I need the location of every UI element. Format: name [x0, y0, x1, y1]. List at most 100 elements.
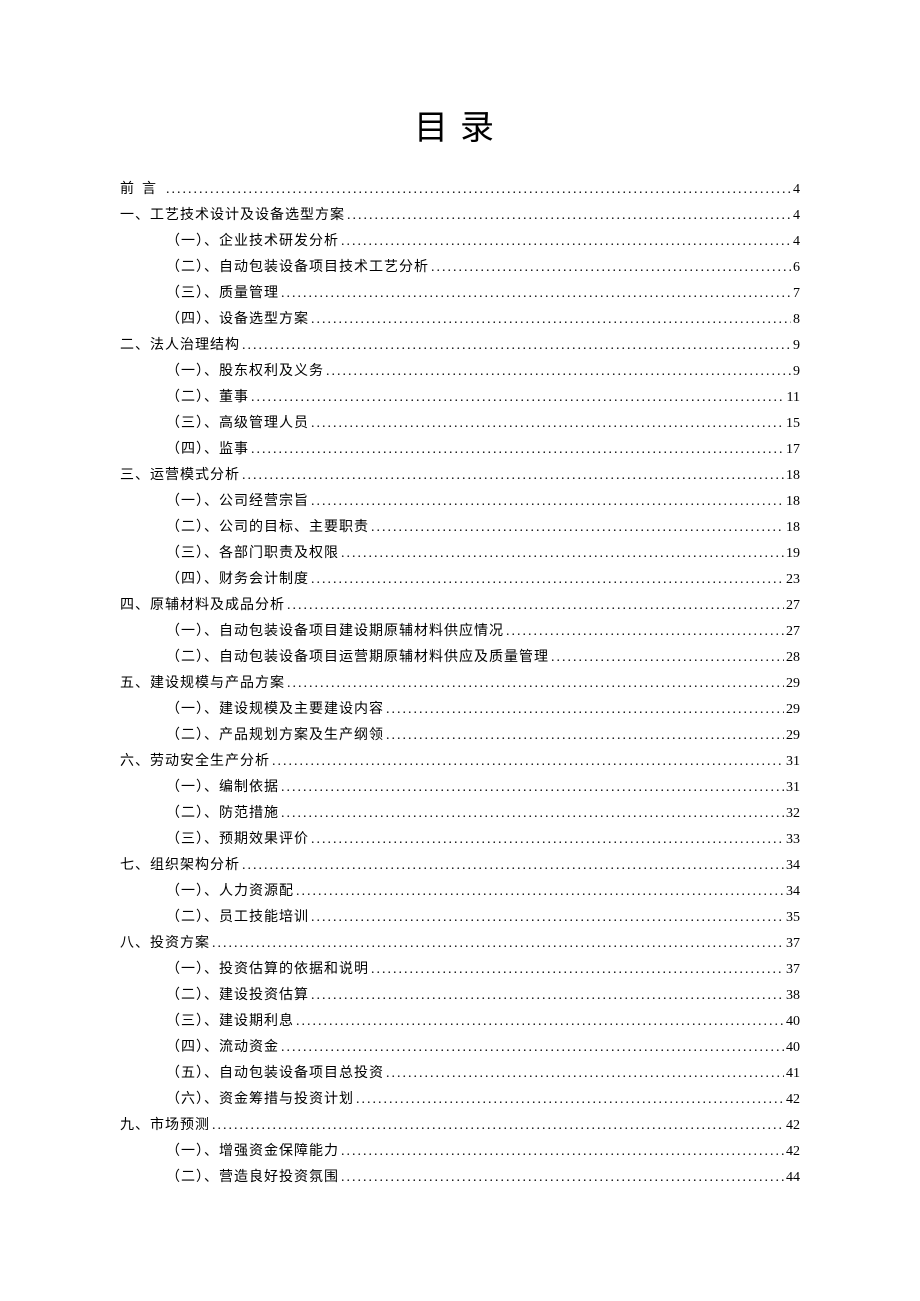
toc-leader-dots	[311, 307, 791, 333]
toc-leader-dots	[386, 697, 784, 723]
toc-entry-label: （三）、建设期利息	[166, 1009, 294, 1035]
toc-entry-page: 8	[793, 307, 800, 333]
toc-entry-page: 19	[786, 541, 800, 567]
toc-entry-page: 9	[793, 359, 800, 385]
toc-entry-page: 38	[786, 983, 800, 1009]
toc-entry-page: 11	[787, 385, 800, 411]
toc-entry: （一）、企业技术研发分析4	[120, 229, 800, 255]
toc-entry: （一）、人力资源配34	[120, 879, 800, 905]
toc-entry: 四、原辅材料及成品分析 27	[120, 593, 800, 619]
toc-entry-label: （二）、营造良好投资氛围	[166, 1165, 339, 1191]
toc-entry-page: 29	[786, 697, 800, 723]
toc-entry-page: 32	[786, 801, 800, 827]
toc-entry: （二）、自动包装设备项目运营期原辅材料供应及质量管理28	[120, 645, 800, 671]
toc-leader-dots	[166, 177, 791, 203]
toc-entry-label: （四）、监事	[166, 437, 249, 463]
toc-leader-dots	[386, 723, 784, 749]
toc-entry-label: （二）、建设投资估算	[166, 983, 309, 1009]
toc-leader-dots	[506, 619, 784, 645]
toc-leader-dots	[212, 931, 784, 957]
toc-leader-dots	[296, 1009, 784, 1035]
toc-leader-dots	[386, 1061, 784, 1087]
toc-entry-page: 35	[786, 905, 800, 931]
toc-entry: （三）、各部门职责及权限19	[120, 541, 800, 567]
toc-entry-label: （一）、增强资金保障能力	[166, 1139, 339, 1165]
toc-entry-page: 34	[786, 879, 800, 905]
toc-entry-page: 33	[786, 827, 800, 853]
toc-entry-page: 37	[786, 931, 800, 957]
toc-entry: （三）、高级管理人员15	[120, 411, 800, 437]
toc-entry: （五）、自动包装设备项目总投资41	[120, 1061, 800, 1087]
toc-entry: （四）、财务会计制度23	[120, 567, 800, 593]
toc-entry: （二）、产品规划方案及生产纲领29	[120, 723, 800, 749]
toc-entry-page: 28	[786, 645, 800, 671]
toc-leader-dots	[311, 411, 784, 437]
toc-entry-label: 二、法人治理结构	[120, 333, 240, 359]
toc-leader-dots	[371, 515, 784, 541]
toc-entry-page: 9	[793, 333, 800, 359]
toc-entry-label: （二）、员工技能培训	[166, 905, 309, 931]
toc-entry: 前言4	[120, 177, 800, 203]
toc-leader-dots	[326, 359, 791, 385]
toc-entry-page: 7	[793, 281, 800, 307]
toc-leader-dots	[341, 1139, 784, 1165]
toc-leader-dots	[371, 957, 784, 983]
toc-entry: （二）、员工技能培训 35	[120, 905, 800, 931]
toc-leader-dots	[281, 801, 784, 827]
toc-entry-page: 23	[786, 567, 800, 593]
toc-leader-dots	[272, 749, 784, 775]
toc-leader-dots	[296, 879, 784, 905]
toc-entry-label: 六、劳动安全生产分析	[120, 749, 270, 775]
toc-entry-page: 34	[786, 853, 800, 879]
toc-entry: （四）、设备选型方案8	[120, 307, 800, 333]
toc-entry: （一）、建设规模及主要建设内容29	[120, 697, 800, 723]
toc-leader-dots	[311, 567, 784, 593]
toc-entry-label: 三、运营模式分析	[120, 463, 240, 489]
toc-entry: （二）、建设投资估算 38	[120, 983, 800, 1009]
toc-leader-dots	[281, 775, 784, 801]
toc-entry-page: 41	[786, 1061, 800, 1087]
toc-leader-dots	[551, 645, 784, 671]
toc-entry-page: 17	[786, 437, 800, 463]
toc-leader-dots	[311, 905, 784, 931]
toc-entry: （二）、营造良好投资氛围44	[120, 1165, 800, 1191]
toc-leader-dots	[212, 1113, 784, 1139]
toc-leader-dots	[287, 671, 784, 697]
toc-entry: （一）、投资估算的依据和说明37	[120, 957, 800, 983]
toc-leader-dots	[341, 1165, 784, 1191]
toc-entry-page: 18	[786, 489, 800, 515]
toc-entry: 二、法人治理结构 9	[120, 333, 800, 359]
toc-entry-page: 31	[786, 775, 800, 801]
toc-entry-label: （三）、预期效果评价	[166, 827, 309, 853]
toc-entry: （三）、质量管理 7	[120, 281, 800, 307]
toc-entry-label: （二）、公司的目标、主要职责	[166, 515, 369, 541]
toc-leader-dots	[341, 229, 791, 255]
toc-entry-label: （一）、公司经营宗旨	[166, 489, 309, 515]
toc-entry-page: 15	[786, 411, 800, 437]
toc-entry-label: （三）、质量管理	[166, 281, 279, 307]
toc-entry-page: 42	[786, 1139, 800, 1165]
toc-entry-label: 一、工艺技术设计及设备选型方案	[120, 203, 345, 229]
toc-entry-page: 42	[786, 1113, 800, 1139]
toc-leader-dots	[311, 983, 784, 1009]
toc-entry-label: （一）、自动包装设备项目建设期原辅材料供应情况	[166, 619, 504, 645]
toc-entry-page: 27	[786, 593, 800, 619]
toc-entry-page: 18	[786, 515, 800, 541]
toc-entry: （四）、流动资金40	[120, 1035, 800, 1061]
toc-entry: 三、运营模式分析18	[120, 463, 800, 489]
toc-entry-label: （一）、股东权利及义务	[166, 359, 324, 385]
toc-list: 前言4一、工艺技术设计及设备选型方案4（一）、企业技术研发分析4（二）、自动包装…	[120, 177, 800, 1191]
toc-entry-page: 27	[786, 619, 800, 645]
toc-entry: （二）、防范措施32	[120, 801, 800, 827]
toc-leader-dots	[251, 437, 784, 463]
toc-leader-dots	[347, 203, 791, 229]
toc-entry-page: 29	[786, 723, 800, 749]
toc-leader-dots	[242, 853, 784, 879]
toc-entry-label: （二）、自动包装设备项目技术工艺分析	[166, 255, 429, 281]
toc-leader-dots	[341, 541, 784, 567]
toc-entry-page: 40	[786, 1035, 800, 1061]
toc-entry-label: （一）、企业技术研发分析	[166, 229, 339, 255]
toc-entry-label: 四、原辅材料及成品分析	[120, 593, 285, 619]
toc-entry-page: 31	[786, 749, 800, 775]
toc-entry: （三）、预期效果评价 33	[120, 827, 800, 853]
